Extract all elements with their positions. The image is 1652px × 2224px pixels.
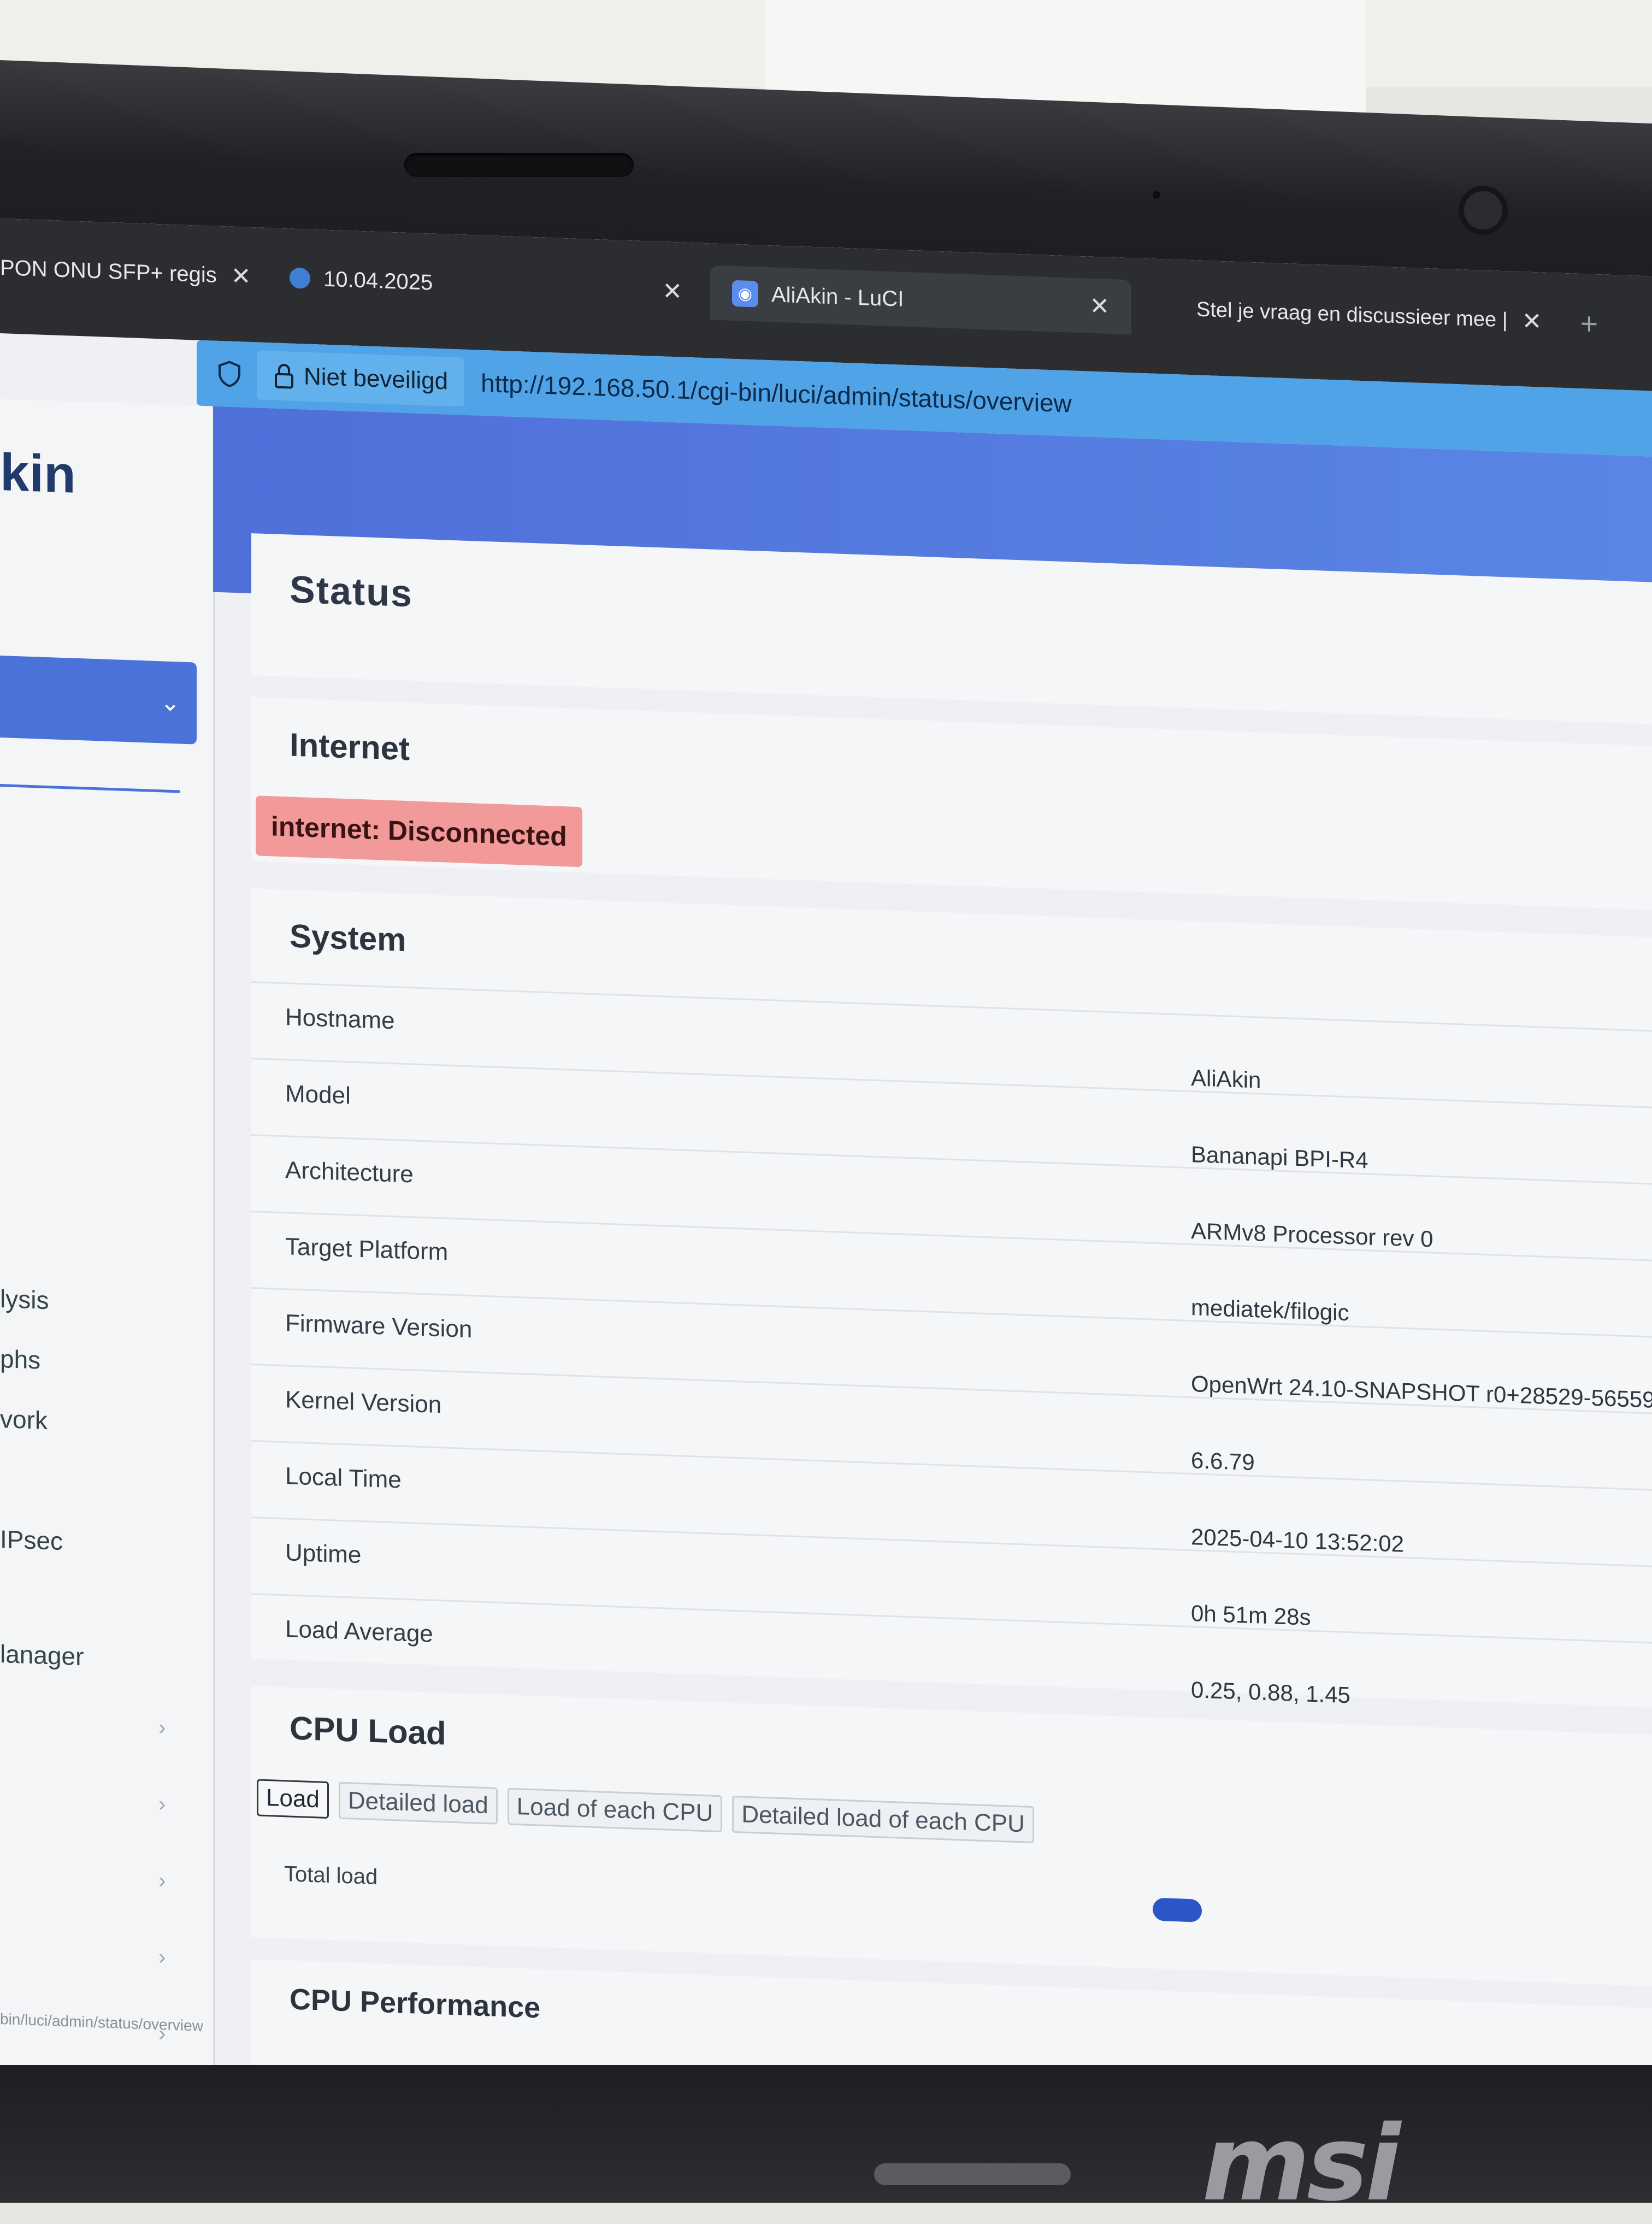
close-icon[interactable]: ✕ xyxy=(231,262,251,290)
luci-favicon-icon: ◉ xyxy=(732,280,758,308)
row-key-target-platform: Target Platform xyxy=(285,1233,449,1266)
sidebar-item-graphs[interactable]: phs xyxy=(0,1344,40,1375)
total-load-label: Total load xyxy=(284,1862,378,1890)
tab-load[interactable]: Load xyxy=(257,1779,329,1819)
shield-icon[interactable] xyxy=(213,357,246,391)
laptop-hinge xyxy=(874,2163,1071,2185)
tab-luci[interactable]: ◉ AliAkin - LuCI ✕ xyxy=(710,265,1132,335)
tab-detailed-load-each-cpu[interactable]: Detailed load of each CPU xyxy=(732,1795,1034,1844)
row-key-model: Model xyxy=(285,1080,351,1110)
webcam-icon xyxy=(1464,191,1502,229)
row-key-load-average: Load Average xyxy=(285,1615,433,1648)
sensor-dot xyxy=(1153,191,1160,199)
tab-forum[interactable]: Stel je vraag en discussieer mee | ✕ + xyxy=(1196,282,1598,351)
laptop-bezel-bottom xyxy=(0,2065,1652,2203)
sidebar-item-manager[interactable]: lanager xyxy=(0,1639,84,1671)
chevron-right-icon[interactable]: › xyxy=(158,1868,166,1893)
total-load-bar xyxy=(1153,1897,1202,1922)
chevron-right-icon[interactable]: › xyxy=(158,1792,166,1816)
tab-label: 10.04.2025 xyxy=(323,267,433,295)
cpu-load-tabs: Load Detailed load Load of each CPU Deta… xyxy=(257,1779,1044,1844)
chevron-down-icon: ⌄ xyxy=(160,689,180,717)
lock-icon xyxy=(275,364,293,389)
row-key-uptime: Uptime xyxy=(285,1539,362,1569)
cpu-load-section: CPU Load Load Detailed load Load of each… xyxy=(251,1686,1652,1987)
cpu-performance-title: CPU Performance xyxy=(290,1983,541,2025)
row-key-firmware-version: Firmware Version xyxy=(285,1309,473,1343)
security-indicator[interactable]: Niet beveiligd xyxy=(257,350,465,407)
row-key-local-time: Local Time xyxy=(285,1462,402,1494)
msi-logo: msi xyxy=(1202,2103,1401,2224)
chevron-right-icon[interactable]: › xyxy=(158,1715,166,1740)
close-icon[interactable]: ✕ xyxy=(1522,307,1542,335)
system-title: System xyxy=(290,917,406,958)
internet-section: Internet internet: Disconnected xyxy=(251,697,1652,911)
new-tab-button[interactable]: + xyxy=(1580,305,1598,341)
luci-sidebar: kin ⌄ lysis phs vork IPsec lanager › › ›… xyxy=(0,399,215,2122)
sidebar-item-status[interactable]: ⌄ xyxy=(0,656,197,745)
tab-label: Stel je vraag en discussieer mee | xyxy=(1196,297,1508,332)
tab-label: AliAkin - LuCI xyxy=(771,282,904,311)
tab-label: PON ONU SFP+ regis xyxy=(0,255,217,287)
brand-hostname[interactable]: kin xyxy=(0,443,76,505)
chevron-right-icon[interactable]: › xyxy=(158,1945,166,1969)
system-section: System Hostname AliAkin Model Bananapi B… xyxy=(251,888,1652,1721)
row-value-kernel-version: 6.6.79 xyxy=(1191,1447,1255,1476)
url-text[interactable]: http://192.168.50.1/cgi-bin/luci/admin/s… xyxy=(481,368,1072,418)
tab-detailed-load[interactable]: Detailed load xyxy=(338,1781,498,1825)
page-title: Status xyxy=(290,568,413,615)
internet-title: Internet xyxy=(290,726,410,768)
tab-date[interactable]: 10.04.2025 ✕ xyxy=(290,251,682,319)
cpu-load-title: CPU Load xyxy=(290,1709,446,1752)
close-icon[interactable]: ✕ xyxy=(662,277,682,305)
row-value-hostname: AliAkin xyxy=(1191,1065,1261,1093)
security-label: Niet beveiligd xyxy=(304,363,449,395)
tab-pon-onu[interactable]: PON ONU SFP+ regis ✕ xyxy=(0,240,251,304)
sidebar-item-ipsec[interactable]: IPsec xyxy=(0,1524,63,1556)
internet-status-badge[interactable]: internet: Disconnected xyxy=(256,795,582,868)
row-key-hostname: Hostname xyxy=(285,1004,395,1035)
sidebar-item-analysis[interactable]: lysis xyxy=(0,1284,49,1315)
sidebar-item-network[interactable]: vork xyxy=(0,1404,48,1435)
laptop-screen: PON ONU SFP+ regis ✕ 10.04.2025 ✕ ◉ AliA… xyxy=(0,219,1652,2134)
row-key-kernel-version: Kernel Version xyxy=(285,1386,442,1419)
sidebar-active-underline xyxy=(0,784,180,793)
row-value-load-average: 0.25, 0.88, 1.45 xyxy=(1191,1677,1350,1708)
main-content: Status Internet internet: Disconnected S… xyxy=(251,533,1652,2134)
tab-load-each-cpu[interactable]: Load of each CPU xyxy=(507,1788,723,1833)
lid-latch xyxy=(404,153,634,177)
globe-icon xyxy=(290,267,310,289)
row-key-architecture: Architecture xyxy=(285,1157,414,1188)
close-icon[interactable]: ✕ xyxy=(1089,292,1110,320)
